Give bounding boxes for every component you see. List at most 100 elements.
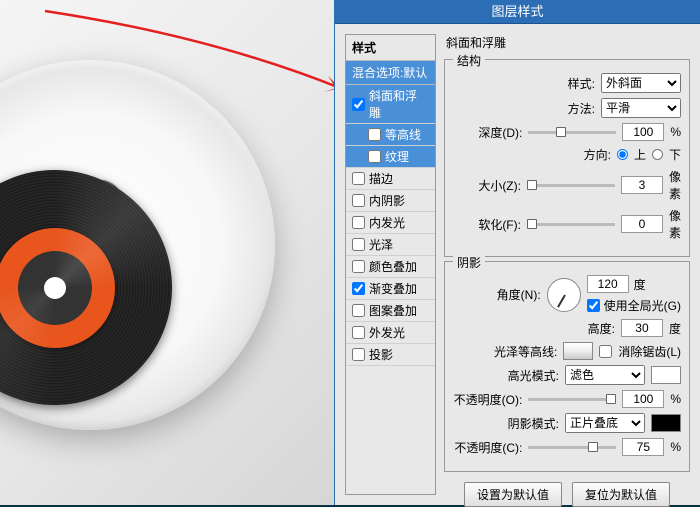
- direction-label: 方向:: [543, 146, 611, 163]
- style-label: 斜面和浮雕: [369, 87, 429, 121]
- direction-down: 下: [669, 146, 681, 163]
- style-contour-checkbox[interactable]: [368, 128, 381, 141]
- style-outer-glow-checkbox[interactable]: [352, 326, 365, 339]
- angle-label: 角度(N):: [473, 286, 541, 303]
- record-hole: [44, 277, 66, 299]
- style-gradient-overlay[interactable]: 渐变叠加: [346, 278, 435, 300]
- style-drop-shadow-checkbox[interactable]: [352, 348, 365, 361]
- direction-up-radio[interactable]: [617, 149, 628, 160]
- highlight-mode-label: 高光模式:: [491, 367, 559, 384]
- soften-unit: 像素: [669, 207, 681, 241]
- altitude-input[interactable]: [621, 319, 663, 337]
- style-color-overlay[interactable]: 颜色叠加: [346, 256, 435, 278]
- size-unit: 像素: [669, 168, 681, 202]
- shading-title: 阴影: [453, 254, 485, 271]
- soften-input[interactable]: [621, 215, 663, 233]
- shadow-color-swatch[interactable]: [651, 414, 681, 432]
- style-bevel-checkbox[interactable]: [352, 98, 365, 111]
- global-light-label: 使用全局光(G): [604, 297, 681, 314]
- style-label: 纹理: [385, 148, 409, 165]
- gloss-label: 光泽等高线:: [489, 343, 557, 360]
- depth-input[interactable]: [622, 123, 664, 141]
- depth-unit: %: [670, 125, 681, 139]
- shading-group: 阴影 角度(N): 度 使用全局光(G): [444, 261, 690, 472]
- shadow-mode-select[interactable]: 正片叠底: [565, 413, 645, 433]
- style-outer-glow[interactable]: 外发光: [346, 322, 435, 344]
- style-label: 外发光: [369, 324, 405, 341]
- style-inner-glow-checkbox[interactable]: [352, 216, 365, 229]
- highlight-opacity-input[interactable]: [622, 390, 664, 408]
- style-inner-shadow[interactable]: 内阴影: [346, 190, 435, 212]
- depth-slider[interactable]: [528, 131, 616, 134]
- style-satin[interactable]: 光泽: [346, 234, 435, 256]
- structure-title: 结构: [453, 52, 485, 69]
- technique-select[interactable]: 平滑: [601, 98, 681, 118]
- style-stroke-checkbox[interactable]: [352, 172, 365, 185]
- bevel-title: 斜面和浮雕: [444, 34, 690, 51]
- angle-input[interactable]: [587, 275, 629, 293]
- highlight-opacity-slider[interactable]: [528, 398, 616, 401]
- style-label: 图案叠加: [369, 302, 417, 319]
- gloss-contour-swatch[interactable]: [563, 342, 593, 360]
- style-inner-glow[interactable]: 内发光: [346, 212, 435, 234]
- style-pattern-overlay[interactable]: 图案叠加: [346, 300, 435, 322]
- style-color-overlay-checkbox[interactable]: [352, 260, 365, 273]
- style-label: 样式:: [527, 75, 595, 92]
- angle-dial[interactable]: [547, 278, 581, 312]
- size-slider[interactable]: [527, 184, 615, 187]
- style-pattern-overlay-checkbox[interactable]: [352, 304, 365, 317]
- altitude-label: 高度:: [547, 320, 615, 337]
- style-gradient-overlay-checkbox[interactable]: [352, 282, 365, 295]
- layer-style-dialog: 图层样式 样式 混合选项:默认 斜面和浮雕 等高线 纹理 描边: [334, 0, 700, 505]
- style-label: 投影: [369, 346, 393, 363]
- depth-label: 深度(D):: [454, 124, 522, 141]
- shadow-opacity-slider[interactable]: [528, 446, 616, 449]
- style-bevel-emboss[interactable]: 斜面和浮雕: [346, 85, 435, 124]
- shadow-opacity-label: 不透明度(C):: [454, 439, 522, 456]
- direction-down-radio[interactable]: [652, 149, 663, 160]
- shadow-opacity-unit: %: [670, 440, 681, 454]
- highlight-mode-select[interactable]: 滤色: [565, 365, 645, 385]
- structure-group: 结构 样式: 外斜面 方法: 平滑 深度(D): % 方向:: [444, 59, 690, 257]
- style-label: 内发光: [369, 214, 405, 231]
- global-light-checkbox[interactable]: [587, 299, 600, 312]
- highlight-color-swatch[interactable]: [651, 366, 681, 384]
- style-label: 颜色叠加: [369, 258, 417, 275]
- shadow-opacity-input[interactable]: [622, 438, 664, 456]
- soften-slider[interactable]: [527, 223, 615, 226]
- style-contour[interactable]: 等高线: [346, 124, 435, 146]
- soften-label: 软化(F):: [453, 216, 521, 233]
- style-satin-checkbox[interactable]: [352, 238, 365, 251]
- style-label: 等高线: [385, 126, 421, 143]
- antialias-checkbox[interactable]: [599, 345, 612, 358]
- direction-up: 上: [634, 146, 646, 163]
- photoshop-canvas: [0, 0, 358, 505]
- size-input[interactable]: [621, 176, 663, 194]
- altitude-unit: 度: [669, 320, 681, 337]
- styles-header[interactable]: 样式: [346, 35, 435, 61]
- reset-default-button[interactable]: 复位为默认值: [572, 482, 670, 507]
- technique-label: 方法:: [527, 100, 595, 117]
- style-label: 描边: [369, 170, 393, 187]
- highlight-opacity-label: 不透明度(O):: [454, 391, 523, 408]
- record-label-inner: [18, 251, 92, 325]
- blend-options[interactable]: 混合选项:默认: [346, 61, 435, 85]
- highlight-opacity-unit: %: [670, 392, 681, 406]
- style-inner-shadow-checkbox[interactable]: [352, 194, 365, 207]
- styles-list: 样式 混合选项:默认 斜面和浮雕 等高线 纹理 描边 内阴影: [345, 34, 436, 495]
- style-label: 内阴影: [369, 192, 405, 209]
- settings-panel: 斜面和浮雕 结构 样式: 外斜面 方法: 平滑 深度(D): %: [436, 24, 700, 505]
- make-default-button[interactable]: 设置为默认值: [464, 482, 562, 507]
- dialog-body: 样式 混合选项:默认 斜面和浮雕 等高线 纹理 描边 内阴影: [335, 24, 700, 505]
- style-label: 渐变叠加: [369, 280, 417, 297]
- footer-buttons: 设置为默认值 复位为默认值: [444, 482, 690, 507]
- style-drop-shadow[interactable]: 投影: [346, 344, 435, 366]
- style-texture-checkbox[interactable]: [368, 150, 381, 163]
- size-label: 大小(Z):: [453, 177, 521, 194]
- style-stroke[interactable]: 描边: [346, 168, 435, 190]
- style-label: 光泽: [369, 236, 393, 253]
- angle-unit: 度: [634, 276, 646, 293]
- style-texture[interactable]: 纹理: [346, 146, 435, 168]
- style-select[interactable]: 外斜面: [601, 73, 681, 93]
- dialog-title: 图层样式: [335, 0, 700, 24]
